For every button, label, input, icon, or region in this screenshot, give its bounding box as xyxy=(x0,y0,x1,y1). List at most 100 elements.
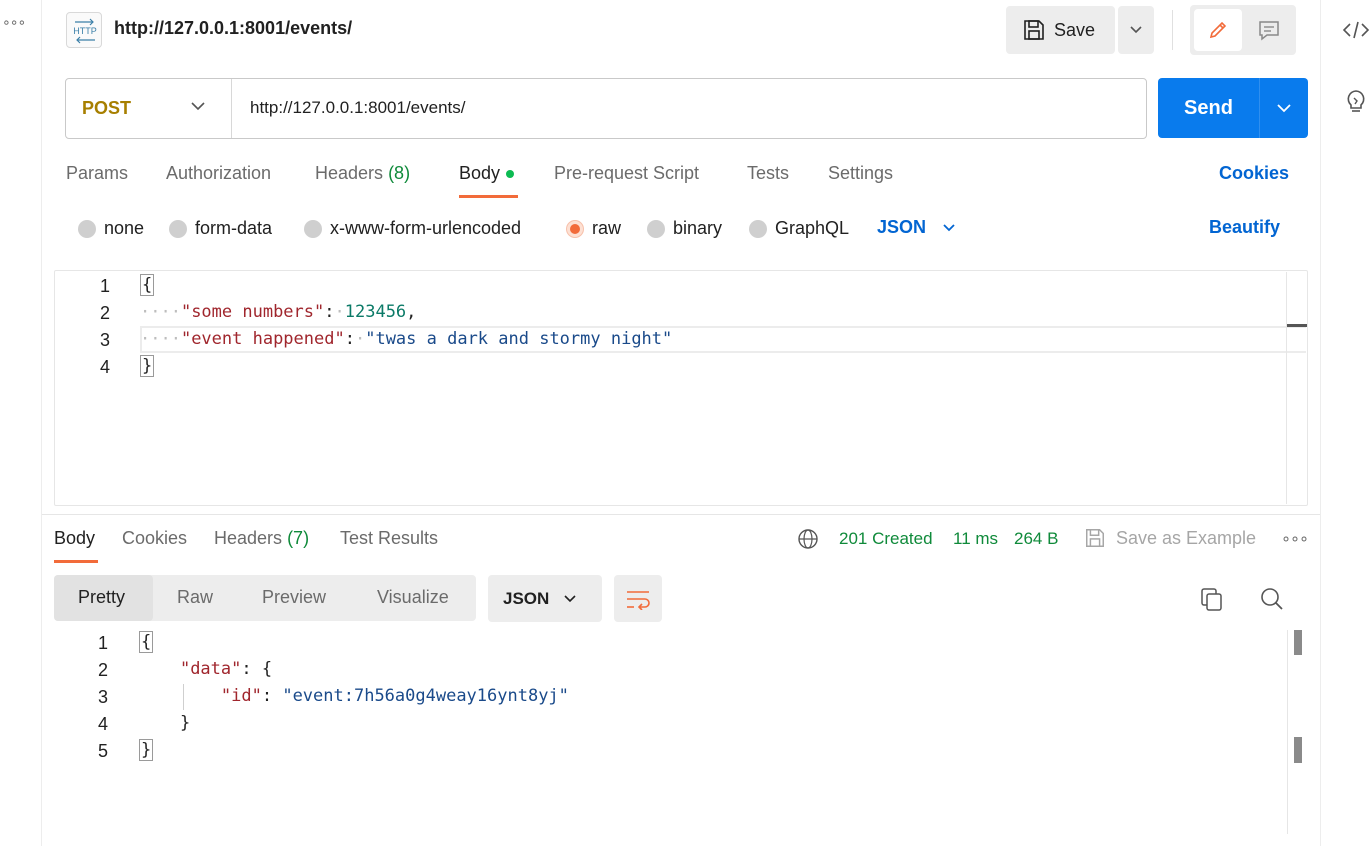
close-brace: } xyxy=(140,355,155,377)
code-line: "id": "event:7h56a0g4weay16ynt8yj" xyxy=(220,686,569,706)
lightbulb-icon[interactable] xyxy=(1343,88,1369,116)
response-active-tab-indicator xyxy=(54,560,98,563)
more-options-icon[interactable]: ∘∘∘ xyxy=(1281,529,1309,549)
response-tab-headers[interactable]: Headers (7) xyxy=(214,528,309,549)
open-brace: { xyxy=(261,659,273,679)
tab-headers-label: Headers xyxy=(315,163,384,183)
wrap-lines-button[interactable] xyxy=(614,575,662,622)
response-tab-cookies[interactable]: Cookies xyxy=(122,528,187,549)
code-line: ····"some numbers":·123456, xyxy=(140,302,417,322)
chevron-down-icon[interactable] xyxy=(190,100,206,112)
view-raw-button[interactable]: Raw xyxy=(177,587,213,608)
tab-prerequest-script[interactable]: Pre-request Script xyxy=(554,163,699,184)
code-line: { xyxy=(139,631,154,653)
body-type-graphql[interactable]: GraphQL xyxy=(749,218,849,239)
beautify-link[interactable]: Beautify xyxy=(1209,217,1280,238)
request-title[interactable]: http://127.0.0.1:8001/events/ xyxy=(114,18,352,39)
body-type-none[interactable]: none xyxy=(78,218,144,239)
response-headers-label: Headers xyxy=(214,528,283,548)
right-sidebar-strip xyxy=(1320,0,1372,846)
code-line: } xyxy=(139,713,190,733)
view-pretty-button[interactable]: Pretty xyxy=(78,587,125,608)
json-key: "data" xyxy=(179,659,242,679)
body-type-raw[interactable]: raw xyxy=(566,218,621,239)
radio-label: form-data xyxy=(195,218,273,238)
response-size[interactable]: 264 B xyxy=(1014,529,1058,549)
radio-label: x-www-form-urlencoded xyxy=(330,218,522,238)
response-scrollbar[interactable] xyxy=(1287,630,1288,834)
body-language-label: JSON xyxy=(877,217,927,237)
url-input[interactable] xyxy=(250,98,1130,118)
response-divider[interactable] xyxy=(42,514,1320,515)
url-divider xyxy=(231,79,232,138)
more-options-icon[interactable]: ∘∘∘ xyxy=(2,14,26,31)
headers-count: (8) xyxy=(388,163,411,183)
line-number: 5 xyxy=(97,741,108,761)
save-button[interactable]: Save xyxy=(1006,6,1115,54)
body-type-binary[interactable]: binary xyxy=(647,218,722,239)
view-visualize-button[interactable]: Visualize xyxy=(377,587,449,608)
tab-authorization[interactable]: Authorization xyxy=(166,163,271,184)
send-button[interactable]: Send xyxy=(1158,78,1259,138)
response-tab-body[interactable]: Body xyxy=(54,528,95,549)
tab-body[interactable]: Body xyxy=(459,163,515,184)
body-indicator-dot xyxy=(506,170,515,179)
radio-label: GraphQL xyxy=(775,218,850,238)
comment-icon xyxy=(1259,21,1279,41)
code-line: ····"event happened":·"twas a dark and s… xyxy=(140,329,673,349)
chevron-down-icon xyxy=(564,594,576,602)
scroll-thumb[interactable] xyxy=(1294,737,1302,763)
save-options-dropdown[interactable] xyxy=(1118,6,1154,54)
json-number: 123456 xyxy=(344,302,407,322)
save-icon xyxy=(1024,20,1044,40)
line-number: 1 xyxy=(97,633,108,653)
code-line: } xyxy=(139,739,154,761)
response-language-select[interactable]: JSON xyxy=(488,575,602,622)
radio-dot xyxy=(749,219,767,238)
json-key: "event happened" xyxy=(180,329,345,349)
tab-settings[interactable]: Settings xyxy=(828,163,893,184)
body-language-select[interactable]: JSON xyxy=(877,217,956,238)
method-select[interactable]: POST xyxy=(82,98,131,119)
body-type-urlencoded[interactable]: x-www-form-urlencoded xyxy=(304,218,521,239)
response-status[interactable]: 201 Created xyxy=(839,529,933,549)
edit-mode-button[interactable] xyxy=(1194,9,1242,51)
svg-text:HTTP: HTTP xyxy=(73,26,97,36)
json-string: "event:7h56a0g4weay16ynt8yj" xyxy=(282,686,569,706)
radio-dot xyxy=(647,219,665,238)
open-brace: { xyxy=(139,631,154,653)
active-tab-indicator xyxy=(459,195,518,198)
radio-label: binary xyxy=(673,218,723,238)
response-headers-count: (7) xyxy=(287,528,310,548)
send-options-dropdown[interactable] xyxy=(1259,78,1308,138)
save-as-example-button[interactable]: Save as Example xyxy=(1084,527,1256,549)
tab-params[interactable]: Params xyxy=(66,163,128,184)
left-sidebar-strip xyxy=(0,0,42,846)
copy-icon[interactable] xyxy=(1199,586,1225,612)
json-key: "some numbers" xyxy=(180,302,325,322)
tab-tests[interactable]: Tests xyxy=(747,163,789,184)
radio-dot xyxy=(169,219,187,238)
toolbar-divider xyxy=(1172,10,1173,50)
cookies-link[interactable]: Cookies xyxy=(1219,163,1289,184)
response-language-label: JSON xyxy=(503,588,550,608)
comments-button[interactable] xyxy=(1246,9,1292,51)
code-snippet-icon[interactable] xyxy=(1342,18,1370,42)
save-as-example-label: Save as Example xyxy=(1116,527,1257,548)
line-number: 4 xyxy=(99,357,110,377)
body-type-form-data[interactable]: form-data xyxy=(169,218,272,239)
radio-dot xyxy=(78,219,96,238)
line-number: 2 xyxy=(99,303,110,323)
line-number: 2 xyxy=(97,660,108,680)
scroll-thumb[interactable] xyxy=(1294,630,1302,655)
response-tab-test-results[interactable]: Test Results xyxy=(340,528,438,549)
tab-headers[interactable]: Headers (8) xyxy=(315,163,410,184)
editor-scrollbar[interactable] xyxy=(1286,272,1287,504)
response-time[interactable]: 11 ms xyxy=(953,529,998,549)
globe-icon[interactable] xyxy=(797,528,819,550)
search-icon[interactable] xyxy=(1259,586,1285,612)
save-icon xyxy=(1086,529,1104,547)
view-preview-button[interactable]: Preview xyxy=(262,587,326,608)
line-number: 4 xyxy=(97,714,108,734)
line-number: 3 xyxy=(97,687,108,707)
